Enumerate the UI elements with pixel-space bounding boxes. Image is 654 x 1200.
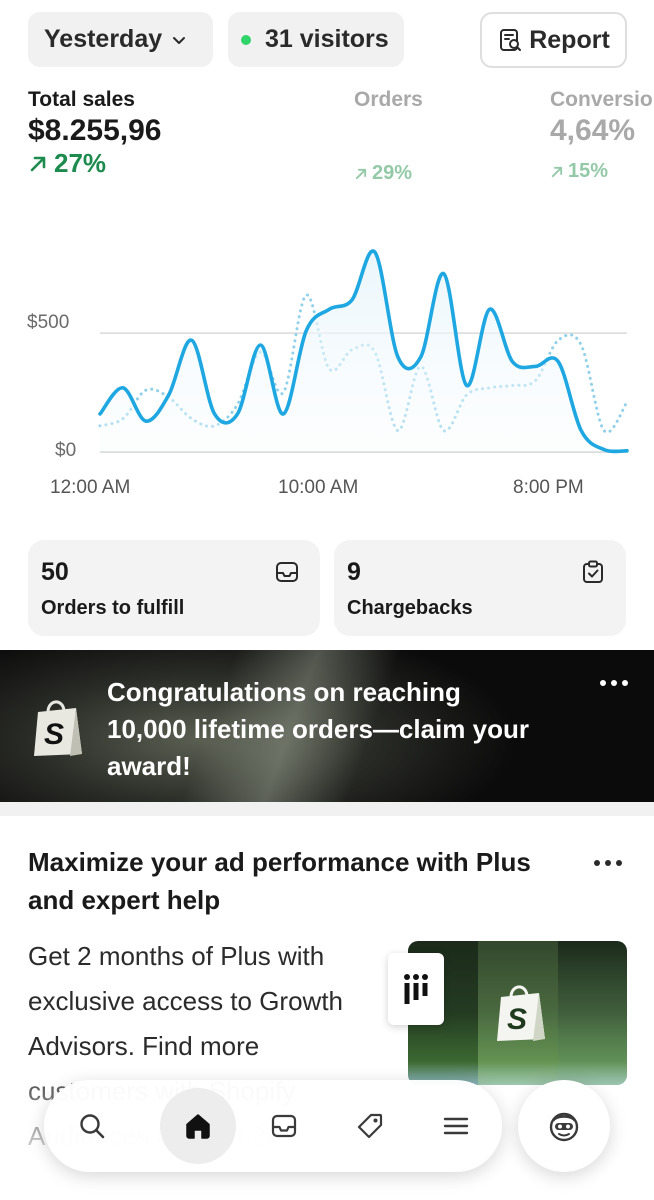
live-dot-icon [241,34,251,45]
chargebacks-card[interactable]: 9 Chargebacks [334,540,626,636]
orders-to-fulfill-card[interactable]: 50 Orders to fulfill [28,540,320,636]
date-range-selector[interactable]: Yesterday [28,12,213,67]
visitors-count: 31 visitors [265,25,389,53]
metric-delta: 29% [354,162,423,185]
clipboard-check-icon [583,560,603,583]
arrow-up-right-icon [551,166,563,177]
metric-delta-value: 27% [54,148,107,178]
section-divider [0,802,654,816]
live-visitors-button[interactable]: 31 visitors [228,12,404,67]
metric-label: Total sales [28,88,135,111]
more-options-icon[interactable] [598,676,630,690]
card-label: Orders to fulfill [41,597,185,619]
home-icon [186,1114,210,1139]
svg-text:S: S [44,718,64,751]
tab-home[interactable] [160,1088,236,1164]
metric-value: 4,64% [550,114,636,147]
metric-value: $8.255,96 [28,114,162,147]
x-tick-8pm: 8:00 PM [513,477,584,498]
chevron-down-icon [173,36,186,44]
metric-orders[interactable]: Orders 29% [354,88,423,185]
date-range-label: Yesterday [44,25,163,53]
metric-total-sales[interactable]: Total sales $8.255,96 27% [28,88,161,179]
metric-conversion[interactable]: Conversio 4,64% 15% [550,88,653,183]
tab-search[interactable] [54,1088,130,1164]
menu-icon [443,1117,469,1135]
shopify-bag-icon: S [497,985,545,1041]
y-tick-500: $500 [27,312,70,333]
series-area-fill [100,251,627,452]
chart-canvas [98,249,629,454]
report-icon [500,29,522,51]
tab-orders[interactable] [246,1088,322,1164]
x-tick-12am: 12:00 AM [50,477,131,498]
metrics-row: Total sales $8.255,96 27% Orders 29% Con… [28,88,654,188]
tab-products[interactable] [332,1088,408,1164]
logo-bars-icon [404,974,428,1004]
image-light-beam [558,941,627,1085]
metric-delta: 15% [550,160,653,183]
inbox-icon [271,1114,297,1138]
more-options-icon[interactable] [592,856,624,870]
tag-icon [357,1113,383,1139]
account-avatar-button[interactable] [518,1080,610,1172]
top-bar: Yesterday 31 visitors Report [28,12,627,68]
promo-title: Maximize your ad performance with Plus a… [28,847,531,915]
sales-chart[interactable]: $500 $0 12:00 AM 10:00 AM 8:00 PM [0,220,654,510]
avatar-icon [549,1112,579,1142]
metric-delta-value: 15% [568,160,609,182]
metric-delta: 27% [28,148,161,179]
metric-label: Conversio [550,88,653,111]
banner-message: Congratulations on reaching 10,000 lifet… [107,677,529,781]
tab-menu[interactable] [418,1088,494,1164]
arrow-up-right-icon [30,156,46,171]
card-value: 50 [41,558,69,586]
y-tick-0: $0 [55,440,77,461]
report-button[interactable]: Report [480,12,627,68]
growth-advisors-logo-icon [388,953,444,1025]
milestone-banner[interactable]: S Congratulations on reaching 10,000 lif… [0,650,654,802]
metric-delta-value: 29% [372,162,413,184]
arrow-up-right-icon [355,168,367,179]
card-value: 9 [347,558,361,586]
x-tick-10am: 10:00 AM [278,477,359,498]
summary-cards: 50 Orders to fulfill 9 Chargebacks [28,540,627,636]
inbox-icon [276,562,298,582]
bottom-tab-bar [44,1080,502,1172]
search-icon [80,1114,105,1139]
card-label: Chargebacks [347,597,473,619]
metric-label: Orders [354,88,423,111]
report-label: Report [529,25,610,54]
shopify-bag-icon: S [34,700,82,756]
svg-text:S: S [507,1003,527,1036]
